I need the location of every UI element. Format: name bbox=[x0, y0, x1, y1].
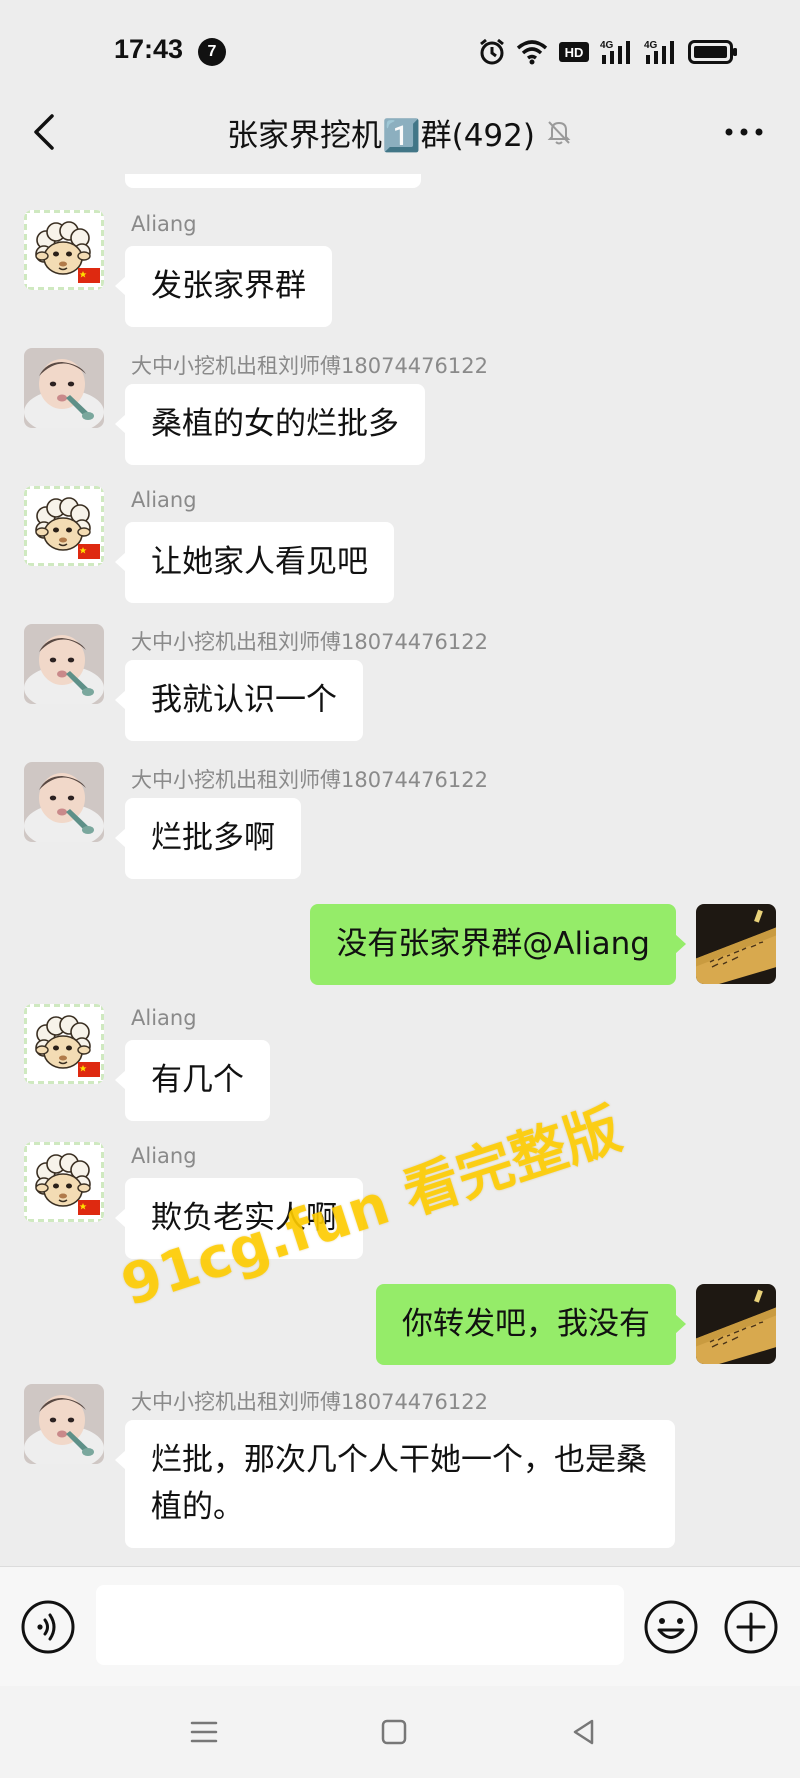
status-bar: 17:43 7 HD 4G 4G bbox=[0, 0, 800, 90]
sender-name: Aliang bbox=[131, 1144, 197, 1168]
message-bubble[interactable]: 烂批多啊 bbox=[115, 798, 301, 879]
bell-off-icon bbox=[547, 121, 571, 145]
message-bubble[interactable]: 欺负老实人啊 bbox=[115, 1178, 363, 1259]
voice-button[interactable] bbox=[20, 1599, 76, 1655]
message-bubble-self[interactable]: 没有张家界群@Aliang bbox=[310, 904, 686, 985]
message-bubble[interactable]: 发张家界群 bbox=[115, 246, 332, 327]
message-bubble[interactable]: 我就认识一个 bbox=[115, 660, 363, 741]
baby-avatar[interactable] bbox=[24, 762, 104, 842]
sender-name: Aliang bbox=[131, 488, 197, 512]
voice-icon bbox=[21, 1600, 75, 1654]
baby-avatar[interactable] bbox=[24, 624, 104, 704]
sender-name: Aliang bbox=[131, 212, 197, 236]
system-nav-bar bbox=[0, 1686, 800, 1778]
plus-icon bbox=[724, 1600, 778, 1654]
more-dots-icon bbox=[725, 128, 763, 136]
input-bar bbox=[0, 1566, 800, 1686]
notification-count-badge: 7 bbox=[198, 38, 226, 66]
self-avatar[interactable] bbox=[696, 1284, 776, 1364]
message-bubble[interactable]: 烂批，那次几个人干她一个，也是桑植的。 bbox=[115, 1420, 675, 1548]
message-input[interactable] bbox=[96, 1585, 624, 1665]
status-time: 17:43 bbox=[114, 34, 184, 64]
message-bubble-self[interactable]: 你转发吧，我没有 bbox=[376, 1284, 686, 1365]
self-avatar[interactable] bbox=[696, 904, 776, 984]
baby-avatar[interactable] bbox=[24, 348, 104, 428]
svg-text:HD: HD bbox=[565, 45, 584, 60]
more-actions-button[interactable] bbox=[723, 1599, 779, 1655]
sender-name: Aliang bbox=[131, 1006, 197, 1030]
lamb-avatar[interactable] bbox=[24, 486, 104, 566]
signal-4g-icon: 4G bbox=[600, 40, 630, 64]
page-title: 张家界挖机1️⃣群(492) bbox=[227, 117, 535, 154]
back-triangle-icon bbox=[573, 1719, 594, 1745]
signal-4g-icon-2: 4G bbox=[644, 40, 674, 64]
nav-menu-button[interactable] bbox=[184, 1712, 224, 1752]
svg-text:4G: 4G bbox=[644, 40, 658, 51]
sender-name: 大中小挖机出租刘师傅18074476122 bbox=[131, 630, 488, 654]
nav-back-button[interactable] bbox=[564, 1712, 604, 1752]
lamb-avatar[interactable] bbox=[24, 1142, 104, 1222]
chat-header: 张家界挖机1️⃣群(492) bbox=[0, 90, 800, 174]
chat-message-list[interactable]: Aliang 发张家界群 大中小挖机出租刘师傅18074476122 桑植的女的… bbox=[0, 174, 800, 1566]
partial-message-bubble bbox=[125, 174, 421, 188]
message-bubble[interactable]: 有几个 bbox=[115, 1040, 270, 1121]
more-button[interactable] bbox=[718, 108, 770, 156]
svg-text:4G: 4G bbox=[600, 40, 614, 51]
lamb-avatar[interactable] bbox=[24, 210, 104, 290]
sender-name: 大中小挖机出租刘师傅18074476122 bbox=[131, 1390, 488, 1414]
emoji-icon bbox=[644, 1600, 698, 1654]
baby-avatar[interactable] bbox=[24, 1384, 104, 1464]
wifi-icon bbox=[516, 40, 548, 65]
hd-badge-icon: HD bbox=[559, 42, 589, 62]
battery-icon bbox=[688, 40, 737, 64]
message-bubble[interactable]: 桑植的女的烂批多 bbox=[115, 384, 425, 465]
sender-name: 大中小挖机出租刘师傅18074476122 bbox=[131, 354, 488, 378]
menu-icon bbox=[190, 1721, 218, 1743]
home-icon bbox=[381, 1719, 407, 1745]
header-title-wrap: 张家界挖机1️⃣群(492) bbox=[0, 108, 800, 156]
lamb-avatar[interactable] bbox=[24, 1004, 104, 1084]
emoji-button[interactable] bbox=[643, 1599, 699, 1655]
nav-home-button[interactable] bbox=[374, 1712, 414, 1752]
alarm-icon bbox=[480, 38, 504, 65]
message-bubble[interactable]: 让她家人看见吧 bbox=[115, 522, 394, 603]
status-icons: HD 4G 4G bbox=[478, 36, 738, 68]
sender-name: 大中小挖机出租刘师傅18074476122 bbox=[131, 768, 488, 792]
